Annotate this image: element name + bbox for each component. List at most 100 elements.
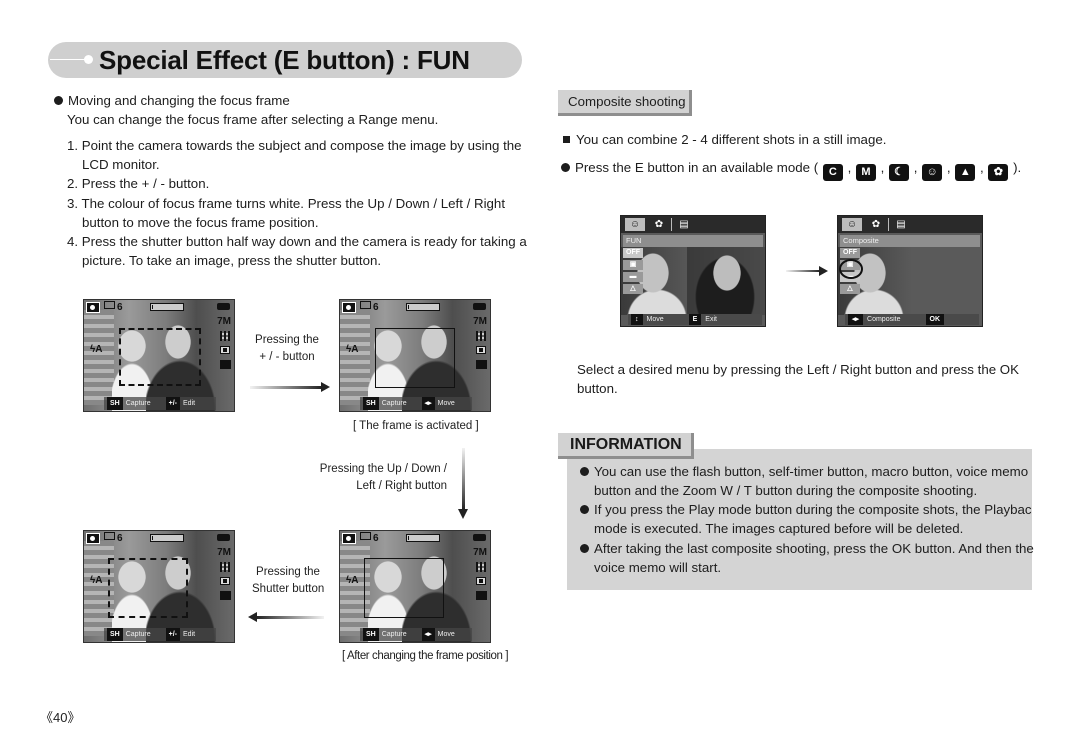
option-frame-icon: ▣ (623, 260, 643, 270)
quality-icon (220, 562, 230, 572)
caption-pressing-plus-minus: Pressing the + / - button (255, 334, 319, 363)
option-off: OFF (840, 248, 860, 258)
battery-icon (217, 534, 230, 541)
caption-pressing-shutter: Pressing the Shutter button (252, 566, 325, 595)
focus-frame-dashed (119, 328, 201, 386)
shot-count: 6 (104, 301, 123, 313)
caption-pressing-up-down: Pressing the Up / Down / Left / Right bu… (319, 463, 447, 492)
focus-frame-dashed (108, 558, 188, 618)
info-item-1-line-1: You can use the flash button, self-timer… (580, 462, 1028, 482)
info-item-2-line-2: mode is executed. The images captured be… (594, 521, 964, 536)
tab-display-icon: ▤ (679, 219, 689, 230)
menu-tabs: ☺ ✿ ▤ (621, 216, 765, 233)
step-3-line-2: button to move the focus frame position. (82, 215, 319, 230)
tab-effect-icon: ✿ (871, 219, 881, 230)
arrow-left (248, 612, 324, 622)
menu-guide-bar: ↕ Move E Exit (628, 314, 762, 325)
info-item-3-line-1: After taking the last composite shooting… (580, 539, 1034, 559)
caption-frame-activated: [ The frame is activated ] (353, 420, 479, 432)
menu-guide-bar: ◂▸CompositeOKSet (845, 314, 979, 325)
metering-icon (476, 346, 486, 354)
step-3-line-1: 3. The colour of focus frame turns white… (67, 196, 506, 211)
sharpness-icon (220, 360, 231, 369)
select-menu-line-2: button. (577, 381, 618, 396)
shot-count: 6 (360, 301, 379, 313)
section-title-banner: Special Effect (E button) : FUN (48, 42, 522, 78)
flash-auto-icon: ϟA (90, 575, 103, 586)
zoom-bar (150, 303, 184, 311)
image-size: 7M (473, 316, 487, 327)
arrow-right-menu (786, 266, 828, 276)
battery-icon (473, 534, 486, 541)
lcd-screen-initial: 6 7M ϟA SH Capture +/- Edit (83, 299, 235, 412)
title-decoration-line (50, 59, 86, 60)
square-bullet-icon (563, 136, 570, 143)
bullet-icon (580, 544, 589, 553)
title-decoration-dot (84, 55, 93, 64)
flash-auto-icon: ϟA (346, 344, 359, 355)
camera-mode-icon (86, 302, 100, 313)
quality-icon (476, 331, 486, 341)
image-size: 7M (217, 316, 231, 327)
lcd-guide-bar: SH Capture +/- Edit (104, 628, 216, 641)
page-title: Special Effect (E button) : FUN (99, 45, 470, 75)
night-mode-icon: ☾ (889, 164, 910, 181)
metering-icon (220, 577, 230, 585)
tab-scene-icon: ☺ (842, 218, 862, 231)
metering-icon (476, 577, 486, 585)
bullet-icon (561, 163, 570, 172)
macro-mode-icon: ✿ (988, 164, 1009, 181)
tab-scene-icon: ☺ (625, 218, 645, 231)
focus-frame-active (375, 328, 455, 388)
manual-mode-icon: M (855, 164, 876, 181)
step-1-line-1: 1. Point the camera towards the subject … (67, 138, 522, 153)
menu-screen-fun: ☺ ✿ ▤ FUN OFF ▣ ▬ △ ↕ Move E Exit (620, 215, 766, 327)
camera-mode-icon (86, 533, 100, 544)
menu-title: FUN (623, 235, 763, 247)
program-mode-icon: C (822, 164, 843, 181)
info-item-2-line-1: If you press the Play mode button during… (580, 500, 1032, 520)
image-size: 7M (473, 547, 487, 558)
select-menu-line-1: Select a desired menu by pressing the Le… (577, 362, 1020, 377)
menu-screen-composite: ☺ ✿ ▤ Composite OFF ▣ ▬ △ ◂▸CompositeOKS… (837, 215, 983, 327)
tab-display-icon: ▤ (896, 219, 906, 230)
sharpness-icon (476, 591, 487, 600)
camera-mode-icon (342, 533, 356, 544)
quality-icon (476, 562, 486, 572)
focus-frame-heading: Moving and changing the focus frame (54, 91, 290, 111)
flash-auto-icon: ϟA (346, 575, 359, 586)
camera-mode-icon (342, 302, 356, 313)
menu-title: Composite (840, 235, 980, 247)
option-photo-frame-icon: △ (623, 284, 643, 294)
landscape-mode-icon: ▲ (955, 164, 976, 181)
info-item-1-line-2: button and the Zoom W / T button during … (594, 483, 978, 498)
zoom-bar (406, 303, 440, 311)
composite-shooting-heading: Composite shooting (558, 90, 692, 116)
portrait-mode-icon: ☺ (922, 164, 943, 181)
lcd-screen-frame-activated: 6 7M ϟA SH Capture ◂▸ Move (339, 299, 491, 412)
tab-effect-icon: ✿ (654, 219, 664, 230)
metering-icon (220, 346, 230, 354)
info-item-3-line-2: voice memo will start. (594, 560, 722, 575)
shot-count: 6 (360, 532, 379, 544)
zoom-bar (406, 534, 440, 542)
bullet-icon (580, 505, 589, 514)
lcd-screen-frame-moved: 6 7M ϟA SH Capture ◂▸ Move (339, 530, 491, 643)
step-4-line-1: 4. Press the shutter button half way dow… (67, 234, 527, 249)
lcd-guide-bar: SH Capture ◂▸ Move (360, 628, 472, 641)
arrow-down (458, 448, 468, 519)
quality-icon (220, 331, 230, 341)
caption-after-change: [ After changing the frame position ] (342, 650, 509, 662)
step-4-line-2: picture. To take an image, press the shu… (82, 253, 382, 268)
bullet-icon (580, 467, 589, 476)
flash-auto-icon: ϟA (90, 344, 103, 355)
option-photo-frame-icon: △ (840, 284, 860, 294)
battery-icon (473, 303, 486, 310)
composite-point-2: Press the E button in an available mode … (561, 158, 1021, 181)
shot-count: 6 (104, 532, 123, 544)
page-number: 《40》 (40, 710, 81, 725)
focus-frame-active (364, 558, 444, 618)
menu-tabs: ☺ ✿ ▤ (838, 216, 982, 233)
step-2: 2. Press the + / - button. (67, 176, 210, 191)
selection-highlight-ring (839, 259, 863, 279)
